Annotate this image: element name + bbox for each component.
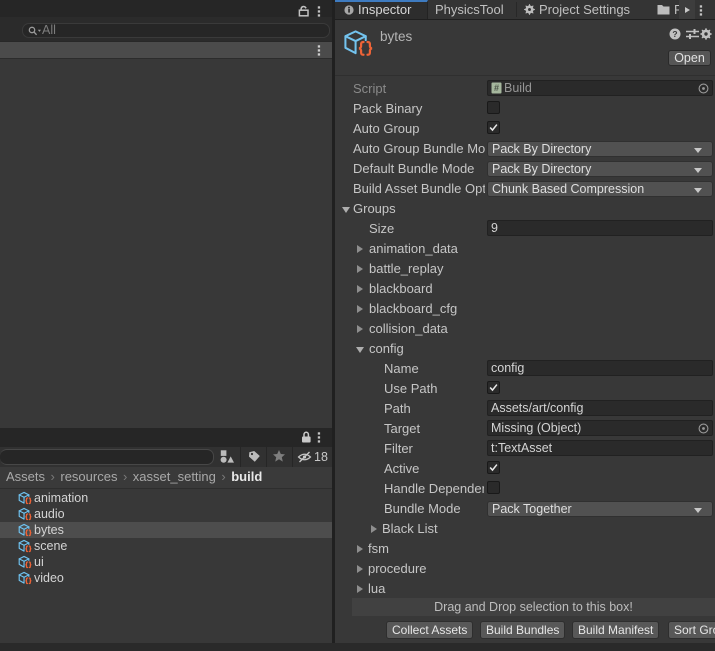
svg-text:#: # (494, 83, 499, 93)
svg-text:?: ? (672, 29, 677, 39)
